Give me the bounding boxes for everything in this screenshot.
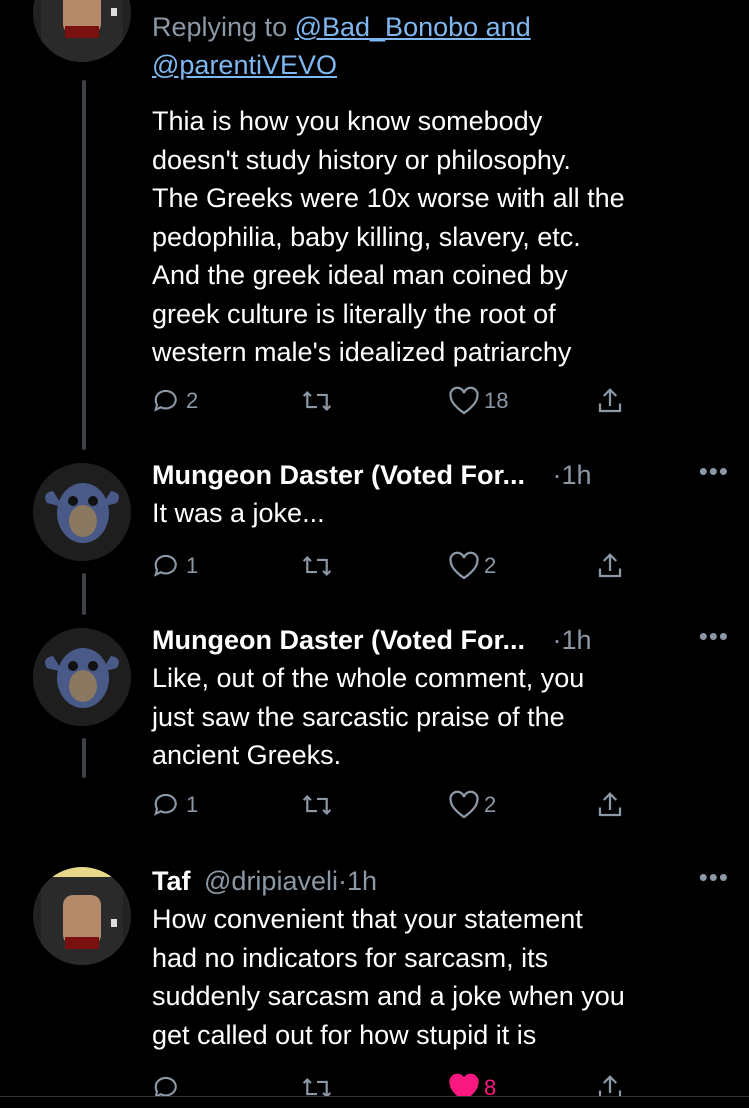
like-count: 2: [484, 792, 497, 817]
tweet-text-line: The Greeks were 10x worse with all the: [152, 183, 625, 213]
like-count: 18: [484, 388, 509, 413]
tweet-text-line: just saw the sarcastic praise of the: [152, 701, 565, 732]
share-icon: [595, 385, 625, 417]
tweet-text-line: pedophilia, baby killing, slavery, etc.: [152, 221, 581, 252]
reply-icon: [152, 551, 182, 581]
timestamp[interactable]: ·1h: [553, 460, 592, 490]
retweet-button[interactable]: [300, 546, 334, 586]
tweet-text: How convenient that your statement had n…: [152, 900, 729, 1054]
reply-button[interactable]: 1: [152, 546, 198, 586]
thread-line: [82, 573, 86, 615]
retweet-icon: [300, 386, 334, 416]
tweet-header: Mungeon Daster (Voted For... ·1h •••: [152, 456, 729, 494]
more-options-button[interactable]: •••: [699, 617, 729, 655]
tweet-text-line: How convenient that your statement: [152, 904, 583, 934]
thread-line: [82, 80, 86, 450]
tweet-text-line: suddenly sarcasm and a joke when you: [152, 981, 625, 1011]
share-button[interactable]: [595, 381, 625, 421]
reply-button[interactable]: 2: [152, 381, 198, 421]
tweet-text-line: had no indicators for sarcasm, its: [152, 942, 549, 973]
replying-to-label: Replying to: [152, 12, 295, 42]
tweet-text-line: get called out for how stupid it is: [152, 1019, 537, 1050]
tweet-text-line: Thia is how you know somebody: [152, 106, 543, 136]
more-options-button[interactable]: •••: [699, 858, 729, 896]
display-name[interactable]: Mungeon Daster (Voted For...: [152, 460, 525, 490]
tweet[interactable]: Mungeon Daster (Voted For... ·1h ••• Lik…: [152, 621, 729, 775]
timestamp[interactable]: ·1h: [553, 625, 592, 655]
tweet-actions: 1 2: [152, 785, 632, 825]
tweet-text: Thia is how you know somebody doesn't st…: [152, 102, 729, 372]
reply-icon: [152, 386, 182, 416]
tweet-text-line: doesn't study history or philosophy.: [152, 144, 571, 175]
share-button[interactable]: [595, 546, 625, 586]
like-button[interactable]: 18: [448, 381, 508, 421]
reply-icon: [152, 790, 182, 820]
retweet-button[interactable]: [300, 785, 334, 825]
tweet-text-line: greek culture is literally the root of: [152, 298, 556, 329]
tweet[interactable]: Mungeon Daster (Voted For... ·1h ••• It …: [152, 456, 729, 533]
display-name[interactable]: Taf: [152, 866, 191, 896]
tweet-text-line: It was a joke...: [152, 498, 325, 528]
display-name[interactable]: Mungeon Daster (Voted For...: [152, 625, 525, 655]
reply-count: 1: [186, 792, 199, 817]
username[interactable]: @dripiaveli: [204, 866, 338, 896]
bottom-divider: [0, 1096, 749, 1105]
tweet[interactable]: Replying to @Bad_Bonobo and @parentiVEVO…: [152, 8, 729, 372]
tweet-text-line: Like, out of the whole comment, you: [152, 663, 585, 693]
tweet-actions: 2 18: [152, 381, 632, 421]
tweet-header: Mungeon Daster (Voted For... ·1h •••: [152, 621, 729, 659]
reply-count: 1: [186, 553, 199, 578]
tweet-header: Taf @dripiaveli·1h •••: [152, 862, 729, 900]
avatar-mungeon[interactable]: [33, 463, 131, 561]
reply-handle-link[interactable]: @parentiVEVO: [152, 50, 337, 80]
share-button[interactable]: [595, 785, 625, 825]
tweet-text: Like, out of the whole comment, you just…: [152, 659, 729, 775]
retweet-icon: [300, 790, 334, 820]
avatar-taf[interactable]: [33, 867, 131, 965]
reply-count: 2: [186, 388, 199, 413]
more-options-button[interactable]: •••: [699, 452, 729, 490]
timestamp[interactable]: ·1h: [338, 866, 377, 896]
heart-icon: [448, 790, 480, 820]
thread-line: [82, 738, 86, 778]
reply-handle-link[interactable]: @Bad_Bonobo and: [295, 12, 531, 42]
share-icon: [595, 550, 625, 582]
like-button[interactable]: 2: [448, 785, 496, 825]
share-icon: [595, 789, 625, 821]
retweet-icon: [300, 551, 334, 581]
tweet-text-line: western male's idealized patriarchy: [152, 337, 572, 367]
like-button[interactable]: 2: [448, 546, 496, 586]
retweet-button[interactable]: [300, 381, 334, 421]
avatar-mungeon[interactable]: [33, 628, 131, 726]
tweet-text-line: And the greek ideal man coined by: [152, 260, 568, 290]
tweet-text-line: ancient Greeks.: [152, 740, 342, 770]
tweet-text: It was a joke...: [152, 494, 729, 533]
reply-button[interactable]: 1: [152, 785, 198, 825]
heart-icon: [448, 551, 480, 581]
tweet-actions: 1 2: [152, 546, 632, 586]
heart-icon: [448, 386, 480, 416]
replying-to: Replying to @Bad_Bonobo and @parentiVEVO: [152, 8, 729, 84]
tweet[interactable]: Taf @dripiaveli·1h ••• How convenient th…: [152, 862, 729, 1054]
avatar-taf[interactable]: [33, 0, 131, 62]
like-count: 2: [484, 553, 497, 578]
